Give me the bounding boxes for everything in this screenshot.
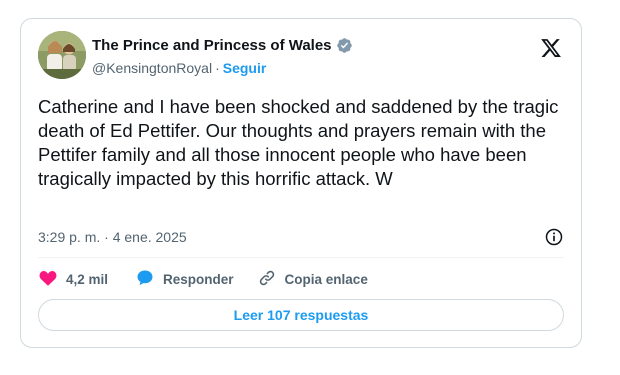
embedded-tweet-card: The Prince and Princess of Wales @Kensin… <box>20 18 582 348</box>
author-handle-row: @KensingtonRoyal · Seguir <box>92 60 266 76</box>
divider <box>38 257 564 258</box>
like-count: 4,2 mil <box>66 271 109 287</box>
link-icon <box>257 268 277 291</box>
author-handle[interactable]: @KensingtonRoyal <box>92 60 212 76</box>
x-logo-icon[interactable] <box>540 37 562 59</box>
reply-button[interactable]: Responder <box>135 268 234 291</box>
author-name-row: The Prince and Princess of Wales <box>92 37 353 54</box>
copy-link-button[interactable]: Copia enlace <box>257 268 368 291</box>
avatar-photo <box>38 31 86 79</box>
read-replies-button[interactable]: Leer 107 respuestas <box>38 299 564 331</box>
avatar[interactable] <box>38 31 86 79</box>
tweet-actions: 4,2 mil Responder Copia enlace <box>38 268 368 290</box>
like-button[interactable]: 4,2 mil <box>38 268 108 291</box>
verified-badge-icon <box>336 37 353 54</box>
info-icon[interactable] <box>544 227 564 247</box>
copy-link-label: Copia enlace <box>284 271 368 287</box>
author-display-name[interactable]: The Prince and Princess of Wales <box>92 37 332 54</box>
tweet-meta-row: 3:29 p. m. · 4 ene. 2025 <box>38 227 564 249</box>
follow-button[interactable]: Seguir <box>223 60 267 76</box>
reply-label: Responder <box>163 271 234 287</box>
tweet-header: The Prince and Princess of Wales @Kensin… <box>38 31 564 83</box>
tweet-text: Catherine and I have been shocked and sa… <box>38 96 559 189</box>
tweet-timestamp[interactable]: 3:29 p. m. · 4 ene. 2025 <box>38 229 187 245</box>
speech-bubble-icon <box>135 268 155 291</box>
handle-separator: · <box>215 60 220 76</box>
heart-icon <box>38 268 58 291</box>
